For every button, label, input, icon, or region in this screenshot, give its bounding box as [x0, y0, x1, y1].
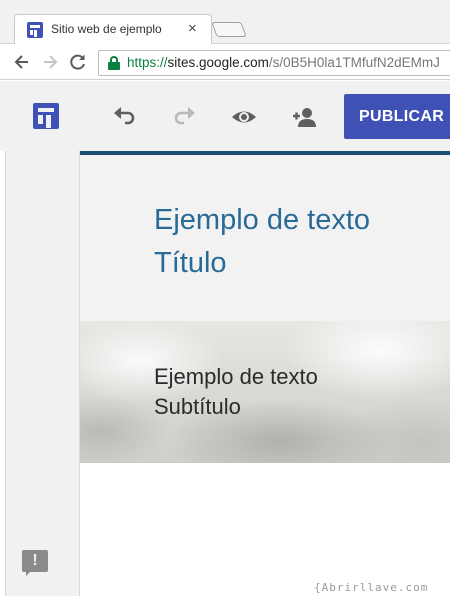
url-host: sites.google.com: [167, 55, 269, 70]
page-title-line-2: Título: [154, 247, 227, 279]
new-tab-button[interactable]: [211, 22, 247, 37]
page-title-line-1: Ejemplo de texto: [154, 204, 371, 236]
sites-toolbar: PUBLICAR: [0, 81, 450, 151]
url-path: /s/0B5H0la1TMfufN2dEMmJ: [268, 55, 440, 70]
feedback-glyph: !: [32, 552, 38, 569]
undo-icon[interactable]: [111, 103, 139, 131]
site-layout-icon[interactable]: [33, 103, 59, 129]
header-image-section[interactable]: Ejemplo de texto Subtítulo: [80, 321, 450, 463]
publish-button[interactable]: PUBLICAR: [344, 94, 450, 139]
browser-nav-bar: https://sites.google.com/s/0B5H0la1TMfuf…: [0, 44, 450, 80]
reload-icon[interactable]: [68, 52, 88, 72]
forward-icon[interactable]: [40, 52, 60, 72]
page-body[interactable]: [80, 463, 450, 596]
left-side-panel: !: [5, 151, 80, 596]
url-scheme: https://: [127, 55, 168, 70]
tab-title: Sitio web de ejemplo: [51, 22, 162, 36]
back-icon[interactable]: [12, 52, 32, 72]
tab-close-icon[interactable]: ×: [188, 20, 197, 38]
add-person-icon[interactable]: [290, 103, 318, 131]
address-bar[interactable]: https://sites.google.com/s/0B5H0la1TMfuf…: [98, 50, 450, 76]
redo-icon[interactable]: [170, 103, 198, 131]
page-subtitle-line-1: Ejemplo de texto: [154, 364, 318, 389]
page-subtitle-line-2: Subtítulo: [154, 394, 241, 419]
title-section[interactable]: Ejemplo de texto Título: [80, 155, 450, 321]
browser-tab-strip: Sitio web de ejemplo ×: [0, 0, 450, 44]
google-sites-favicon-icon: [27, 22, 43, 38]
page-title[interactable]: Ejemplo de texto Título: [154, 199, 444, 285]
preview-eye-icon[interactable]: [230, 103, 258, 131]
lock-icon: [108, 56, 120, 70]
browser-tab[interactable]: Sitio web de ejemplo ×: [14, 14, 212, 44]
url-text: https://sites.google.com/s/0B5H0la1TMfuf…: [127, 55, 440, 70]
page-subtitle[interactable]: Ejemplo de texto Subtítulo: [154, 362, 444, 422]
watermark: {Abrirllave.com: [310, 578, 450, 598]
feedback-icon[interactable]: !: [22, 550, 48, 576]
